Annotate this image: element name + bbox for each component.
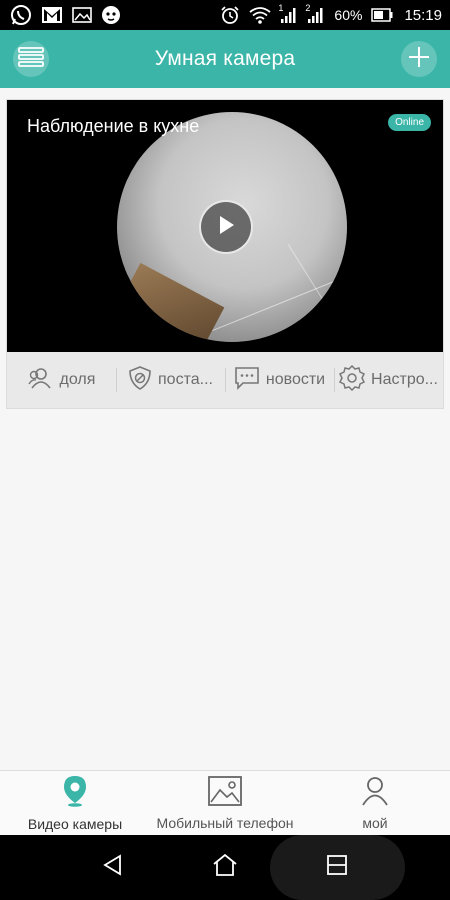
gallery-icon (72, 7, 92, 23)
add-camera-button[interactable] (401, 41, 437, 77)
guard-button[interactable]: поста... (116, 352, 225, 408)
location-pin-icon (62, 775, 88, 810)
settings-label: Настро... (371, 371, 438, 388)
news-button[interactable]: новости (225, 352, 334, 408)
share-users-icon (27, 366, 54, 395)
tab-video-cameras-label: Видео камеры (27, 815, 123, 832)
play-icon (216, 214, 236, 241)
plus-icon (407, 45, 431, 74)
alarm-icon (220, 5, 240, 25)
cat-app-icon (101, 5, 121, 25)
shield-icon (128, 365, 152, 396)
back-icon (102, 854, 124, 881)
battery-percent: 60% (334, 7, 363, 23)
menu-button[interactable] (13, 41, 49, 77)
news-label: новости (265, 371, 326, 388)
app-header: Умная камера (0, 30, 450, 88)
signal-sim1-icon: 1 (278, 3, 298, 24)
battery-icon (371, 8, 393, 22)
whatsapp-icon (10, 4, 32, 26)
wifi-icon (249, 6, 271, 24)
camera-preview[interactable]: Наблюдение в кухне Online (7, 100, 443, 352)
tab-video-cameras[interactable]: Видео камеры (0, 771, 150, 835)
sim2-label: 2 (305, 3, 311, 13)
system-nav-bar (0, 835, 450, 900)
tab-mine-label: мой (362, 814, 388, 831)
guard-label: поста... (158, 371, 213, 388)
image-icon (208, 775, 242, 809)
tab-mobile-phone-label: Мобильный телефон (156, 814, 294, 831)
sim1-label: 1 (278, 3, 284, 13)
status-right: 1 2 60% 15:19 (220, 3, 442, 25)
status-left (10, 4, 121, 26)
message-icon (234, 366, 260, 395)
clock: 15:19 (404, 6, 442, 24)
gmail-icon (41, 6, 63, 24)
gear-icon (339, 364, 366, 396)
recent-apps-button[interactable] (314, 835, 360, 900)
person-icon (361, 776, 389, 809)
menu-icon (18, 46, 44, 73)
tab-mobile-phone[interactable]: Мобильный телефон (150, 771, 300, 835)
bottom-tab-bar: Видео камеры Мобильный телефон мой (0, 770, 450, 835)
home-icon (212, 853, 238, 882)
camera-actions: доля поста... новости Настро... (7, 352, 443, 408)
signal-sim2-icon: 2 (305, 3, 325, 24)
share-label: доля (59, 371, 96, 388)
settings-button[interactable]: Настро... (334, 352, 443, 408)
status-badge: Online (388, 114, 431, 131)
camera-card: Наблюдение в кухне Online доля поста... … (6, 99, 444, 409)
recent-apps-icon (326, 854, 348, 881)
camera-name: Наблюдение в кухне (27, 116, 200, 136)
back-button[interactable] (90, 835, 136, 900)
play-button[interactable] (199, 200, 253, 254)
status-bar: 1 2 60% 15:19 (0, 0, 450, 30)
home-button[interactable] (202, 835, 248, 900)
page-title: Умная камера (154, 47, 296, 70)
share-button[interactable]: доля (7, 352, 116, 408)
tab-mine[interactable]: мой (300, 771, 450, 835)
